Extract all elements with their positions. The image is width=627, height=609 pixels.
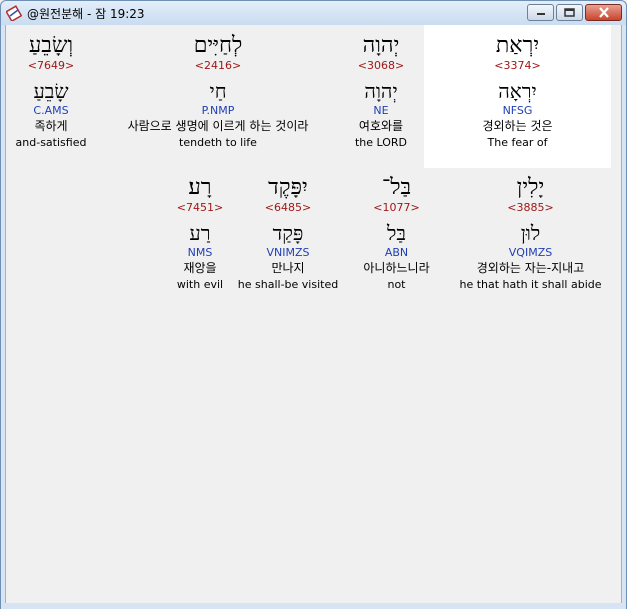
- hebrew-word: לְחַיִּים: [193, 33, 243, 58]
- interlinear-panel: יִרְאַת <3374> יִרְאָה NFSG 경외하는 것은 The …: [5, 25, 622, 603]
- english-gloss: tendeth to life: [179, 136, 257, 149]
- korean-gloss: 경외하는 자는-지내고: [476, 261, 585, 275]
- english-gloss: The fear of: [487, 136, 548, 149]
- word-block-vesavea[interactable]: וְשָׂבֵעַ <7649> שָׂבֵעַ C.AMS 족하게 and-s…: [8, 25, 94, 168]
- strong-number[interactable]: <6485>: [234, 201, 342, 215]
- word-block-yhwh[interactable]: יְהוָה <3068> יְהוָה NE 여호와를 the LORD: [341, 25, 421, 168]
- strong-number[interactable]: <3068>: [341, 59, 421, 73]
- hebrew-lemma: בַּל: [387, 221, 406, 245]
- morphology-code: C.AMS: [33, 104, 69, 117]
- hebrew-word: יִפָּקֶד: [268, 175, 308, 200]
- word-block-yirat[interactable]: יִרְאַת <3374> יִרְאָה NFSG 경외하는 것은 The …: [424, 25, 611, 168]
- hebrew-lemma: חַי: [209, 79, 227, 103]
- korean-gloss: 족하게: [34, 119, 68, 133]
- korean-gloss: 만나지: [271, 261, 305, 275]
- maximize-icon: [564, 8, 575, 17]
- english-gloss: with evil: [176, 278, 224, 291]
- window-title: @원전분해 - 잠 19:23: [27, 7, 145, 21]
- morphology-code: NFSG: [502, 104, 533, 117]
- morphology-code: P.NMP: [201, 104, 235, 117]
- korean-gloss: 재앙을: [183, 261, 217, 275]
- strong-number[interactable]: <3885>: [453, 201, 608, 215]
- hebrew-word: בַּל־: [381, 175, 412, 200]
- word-block-lechayim[interactable]: לְחַיִּים <2416> חַי P.NMP 사람으로 생명에 이르게 …: [98, 25, 338, 168]
- korean-gloss: 경외하는 것은: [482, 119, 553, 133]
- strong-number[interactable]: <2416>: [98, 59, 338, 73]
- korean-gloss: 여호와를: [358, 119, 404, 133]
- word-block-yipaqed[interactable]: יִפָּקֶד <6485> פָּקַד VNIMZS 만나지 he sha…: [234, 168, 342, 308]
- hebrew-word: יָלִין: [516, 175, 545, 200]
- close-icon: [598, 7, 609, 18]
- hebrew-word: יִרְאַת: [495, 33, 540, 58]
- close-button[interactable]: [585, 4, 622, 21]
- morphology-code: VNIMZS: [266, 246, 310, 259]
- hebrew-lemma: יְהוָה: [364, 79, 398, 103]
- title-bar[interactable]: @원전분해 - 잠 19:23: [1, 1, 626, 25]
- hebrew-lemma: לוּן: [520, 221, 541, 245]
- hebrew-word: רָע׃: [188, 175, 212, 200]
- strong-number[interactable]: <3374>: [424, 59, 611, 73]
- morphology-code: VQIMZS: [508, 246, 553, 259]
- word-block-yalin[interactable]: יָלִין <3885> לוּן VQIMZS 경외하는 자는-지내고 he…: [453, 168, 608, 308]
- morphology-code: ABN: [384, 246, 409, 259]
- hebrew-lemma: יִרְאָה: [498, 79, 537, 103]
- word-block-bal[interactable]: בַּל־ <1077> בַּל ABN 아니하느니라 not: [349, 168, 444, 308]
- hebrew-lemma: רַע: [189, 221, 211, 245]
- hebrew-lemma: פָּקַד: [272, 221, 304, 245]
- bible-app-icon[interactable]: [6, 5, 22, 21]
- korean-gloss: 아니하느니라: [363, 261, 430, 275]
- english-gloss: and-satisfied: [15, 136, 87, 149]
- strong-number[interactable]: <1077>: [349, 201, 444, 215]
- minimize-icon: [536, 12, 545, 15]
- hebrew-lemma: שָׂבֵעַ: [33, 79, 69, 103]
- maximize-button[interactable]: [556, 4, 583, 21]
- window-bottom-border: [1, 603, 626, 609]
- app-window: @원전분해 - 잠 19:23 יִרְאַת <3374> יִרְאָה N…: [0, 0, 627, 609]
- morphology-code: NMS: [187, 246, 213, 259]
- english-gloss: not: [387, 278, 406, 291]
- hebrew-word: וְשָׂבֵעַ: [28, 33, 74, 58]
- hebrew-word: יְהוָה: [362, 33, 400, 58]
- korean-gloss: 사람으로 생명에 이르게 하는 것이라: [127, 119, 309, 133]
- english-gloss: he that hath it shall abide: [459, 278, 602, 291]
- english-gloss: he shall-be visited: [237, 278, 339, 291]
- english-gloss: the LORD: [354, 136, 408, 149]
- strong-number[interactable]: <7649>: [8, 59, 94, 73]
- word-block-ra[interactable]: רָע׃ <7451> רַע NMS 재앙을 with evil: [169, 168, 231, 308]
- minimize-button[interactable]: [527, 4, 554, 21]
- morphology-code: NE: [373, 104, 389, 117]
- strong-number[interactable]: <7451>: [169, 201, 231, 215]
